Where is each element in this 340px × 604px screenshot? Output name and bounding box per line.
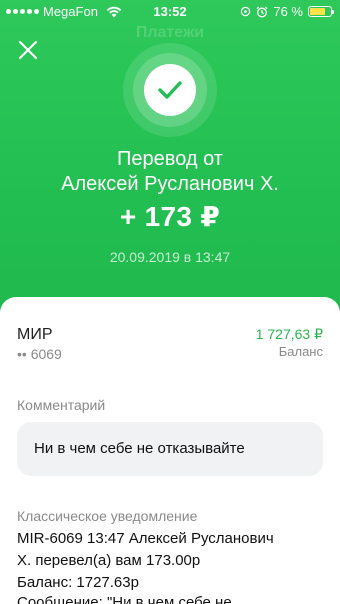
balance-value: 1 727,63 ₽ (255, 326, 323, 342)
close-icon[interactable] (16, 38, 40, 62)
sender-name: Алексей Русланович Х. (61, 173, 279, 195)
balance-label: Баланс (278, 344, 323, 359)
ghost-title: Платежи (135, 24, 205, 41)
battery-percent: 76 % (273, 4, 303, 19)
transfer-amount: + 173 ₽ (119, 201, 221, 232)
comment-text: Ни в чем себе не отказывайте (17, 422, 323, 476)
notification-line: Х. перевел(а) вам 173.00р (17, 552, 201, 569)
battery-icon (308, 6, 334, 17)
alarm-icon (256, 6, 268, 17)
status-right: 76 % (240, 4, 334, 19)
notification-line: Сообщение: "Ни в чем себе не (17, 594, 232, 604)
comment-label: Комментарий (17, 397, 106, 413)
checkmark-icon (158, 81, 182, 99)
notification-label: Классическое уведомление (17, 508, 198, 524)
notification-line: Баланс: 1727.63р (17, 574, 139, 591)
success-badge (144, 64, 196, 116)
notification-line: MIR-6069 13:47 Алексей Русланович (17, 530, 274, 547)
card-name: МИР (17, 326, 53, 343)
status-bar: MegaFon 13:52 76 % (0, 0, 340, 22)
transfer-datetime: 20.09.2019 в 13:47 (109, 249, 231, 265)
location-icon (241, 6, 251, 17)
header-area: MegaFon 13:52 76 % Платежи Перевод от Ал… (0, 0, 340, 330)
card-number: •• 6069 (17, 346, 62, 362)
transfer-title: Перевод от (117, 148, 223, 170)
